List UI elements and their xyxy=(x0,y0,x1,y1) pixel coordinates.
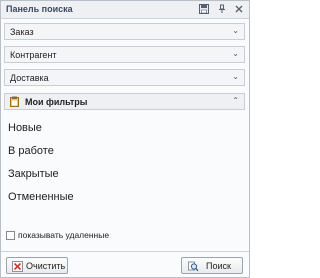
show-deleted-label: показывать удаленные xyxy=(18,230,110,240)
search-button-label: Поиск xyxy=(206,261,231,271)
search-icon xyxy=(188,261,199,272)
section-kontragent[interactable]: Контрагент ⌄ xyxy=(4,46,245,63)
section-zakaz[interactable]: Заказ ⌄ xyxy=(4,23,245,40)
filter-item-cancelled[interactable]: Отмененные xyxy=(8,191,74,203)
pin-icon[interactable] xyxy=(217,4,227,14)
chevron-down-icon: ⌄ xyxy=(232,26,239,35)
panel-titlebar: Панель поиска xyxy=(1,1,249,19)
section-label: Контрагент xyxy=(10,50,57,60)
section-label: Заказ xyxy=(10,27,34,37)
chevron-up-icon: ⌃ xyxy=(232,96,239,105)
save-icon[interactable] xyxy=(199,4,209,14)
close-icon[interactable] xyxy=(234,4,244,14)
chevron-down-icon: ⌄ xyxy=(232,49,239,58)
clear-icon xyxy=(12,261,23,272)
my-filters-label: Мои фильтры xyxy=(25,97,88,107)
filter-item-closed[interactable]: Закрытые xyxy=(8,168,59,180)
section-label: Доставка xyxy=(10,73,49,83)
clipboard-icon xyxy=(10,96,19,107)
section-dostavka[interactable]: Доставка ⌄ xyxy=(4,69,245,86)
search-button[interactable]: Поиск xyxy=(181,257,243,274)
filter-item-in-progress[interactable]: В работе xyxy=(8,145,54,157)
search-panel: Панель поиска Заказ ⌄ Контрагент ⌄ Доста… xyxy=(0,0,250,278)
panel-title: Панель поиска xyxy=(6,4,73,14)
chevron-down-icon: ⌄ xyxy=(232,72,239,81)
filter-item-new[interactable]: Новые xyxy=(8,122,42,134)
show-deleted-checkbox[interactable] xyxy=(6,231,15,240)
divider xyxy=(1,251,249,252)
my-filters-header[interactable]: Мои фильтры ⌃ xyxy=(4,93,245,110)
clear-button[interactable]: Очистить xyxy=(6,257,68,274)
clear-button-label: Очистить xyxy=(26,261,66,271)
